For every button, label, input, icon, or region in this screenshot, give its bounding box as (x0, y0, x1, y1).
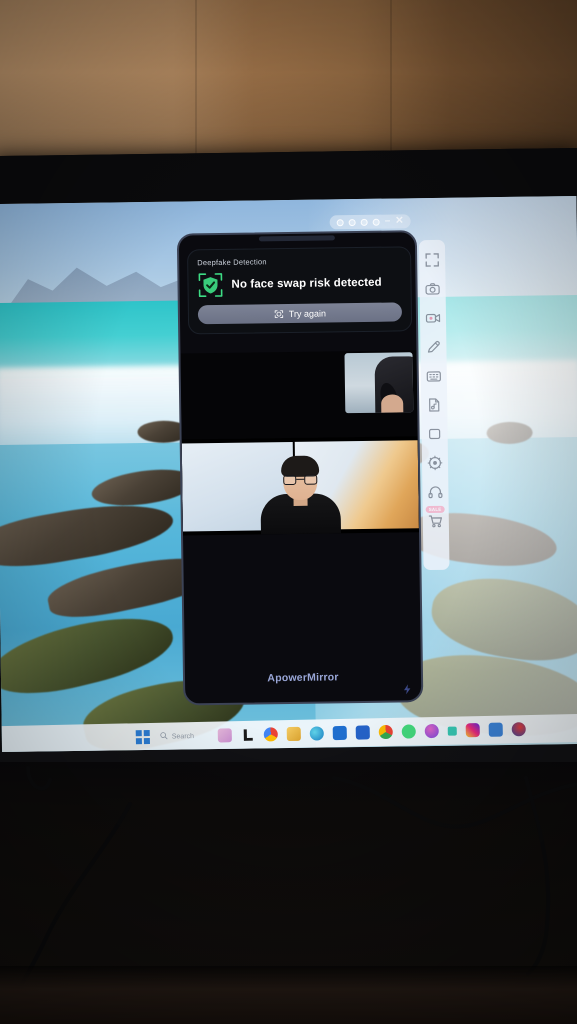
taskbar-app-copilot[interactable] (217, 728, 233, 743)
taskbar-app-edge[interactable] (309, 726, 325, 741)
search-box[interactable]: Search (160, 731, 194, 742)
taskbar-app-instagram[interactable] (465, 723, 481, 738)
taskbar-app-chrome[interactable] (378, 724, 394, 740)
taskbar-app-colorful[interactable] (511, 722, 527, 737)
face-scan-refresh-icon (274, 309, 284, 319)
phone-notch (258, 235, 335, 242)
glasses-icon (283, 474, 318, 486)
minimize-button[interactable]: – (385, 216, 391, 227)
titlebar-circle-icon-1[interactable] (336, 218, 344, 226)
shopping-cart-icon[interactable]: SALE (425, 505, 445, 529)
dialog-title: Deepfake Detection (197, 257, 267, 268)
desk-foreground (0, 966, 577, 1024)
taskbar-app-outlook[interactable] (355, 725, 371, 740)
mirrored-phone-screen[interactable]: Deepfake Detection No face swap risk det… (176, 230, 424, 706)
try-again-label: Try again (288, 307, 327, 319)
fullscreen-icon[interactable] (424, 252, 440, 268)
try-again-button[interactable]: Try again (197, 302, 403, 325)
taskbar-app-chrome-colorful[interactable] (263, 727, 279, 742)
monitor-screen: – ✕ Deepfake Detection No face swap risk… (0, 195, 577, 753)
taskbar-app-blue[interactable] (488, 722, 504, 737)
taskbar-app-file-explorer[interactable] (286, 726, 302, 742)
photo-scene: – ✕ Deepfake Detection No face swap risk… (0, 0, 577, 1024)
taskbar-app-list[interactable] (217, 722, 527, 743)
rectangle-icon[interactable] (427, 426, 443, 442)
window-title-bar[interactable]: – ✕ (329, 214, 411, 230)
dialog-message: No face swap risk detected (231, 276, 382, 291)
headset-icon[interactable] (427, 484, 443, 500)
close-button[interactable]: ✕ (395, 215, 404, 226)
search-placeholder-label: Search (171, 732, 195, 741)
apowermirror-brand: ApowerMirror (267, 671, 339, 685)
taskbar-app-whatsapp[interactable] (401, 724, 417, 739)
taskbar-app-onedrive[interactable] (332, 725, 348, 741)
titlebar-circle-icon-4[interactable] (372, 218, 380, 226)
picture-in-picture-thumbnail[interactable] (344, 352, 414, 414)
desk-area (0, 762, 577, 1024)
mirror-side-toolbar[interactable]: SALE (418, 239, 450, 571)
titlebar-circle-icon-2[interactable] (348, 218, 356, 226)
monitor-bezel-top (0, 147, 577, 205)
settings-gear-icon[interactable] (427, 455, 443, 471)
power-cable-far-right (520, 776, 577, 976)
apowermirror-logo-icon (403, 684, 411, 694)
shield-check-scan-icon (197, 272, 223, 298)
taskbar-app-l[interactable] (241, 728, 255, 742)
camera-icon[interactable] (424, 281, 440, 297)
file-transfer-icon[interactable] (426, 397, 442, 413)
apowermirror-window[interactable]: – ✕ Deepfake Detection No face swap risk… (176, 214, 424, 706)
participant-figure (257, 453, 344, 535)
taskbar-app-teal[interactable] (447, 726, 458, 736)
taskbar-app-messenger[interactable] (424, 723, 440, 739)
marker-pen-icon[interactable] (425, 339, 441, 355)
cart-sale-badge: SALE (425, 505, 445, 514)
titlebar-circle-icon-3[interactable] (360, 218, 368, 226)
keyboard-icon[interactable] (426, 368, 442, 384)
deepfake-detection-dialog[interactable]: Deepfake Detection No face swap risk det… (187, 246, 413, 335)
search-icon (160, 732, 168, 742)
main-video-participant[interactable] (181, 436, 419, 536)
cable-hook (20, 766, 80, 826)
video-call-top-area (180, 350, 418, 440)
monitor: – ✕ Deepfake Detection No face swap risk… (0, 147, 577, 777)
start-button[interactable] (135, 729, 150, 745)
video-record-icon[interactable] (425, 310, 441, 326)
